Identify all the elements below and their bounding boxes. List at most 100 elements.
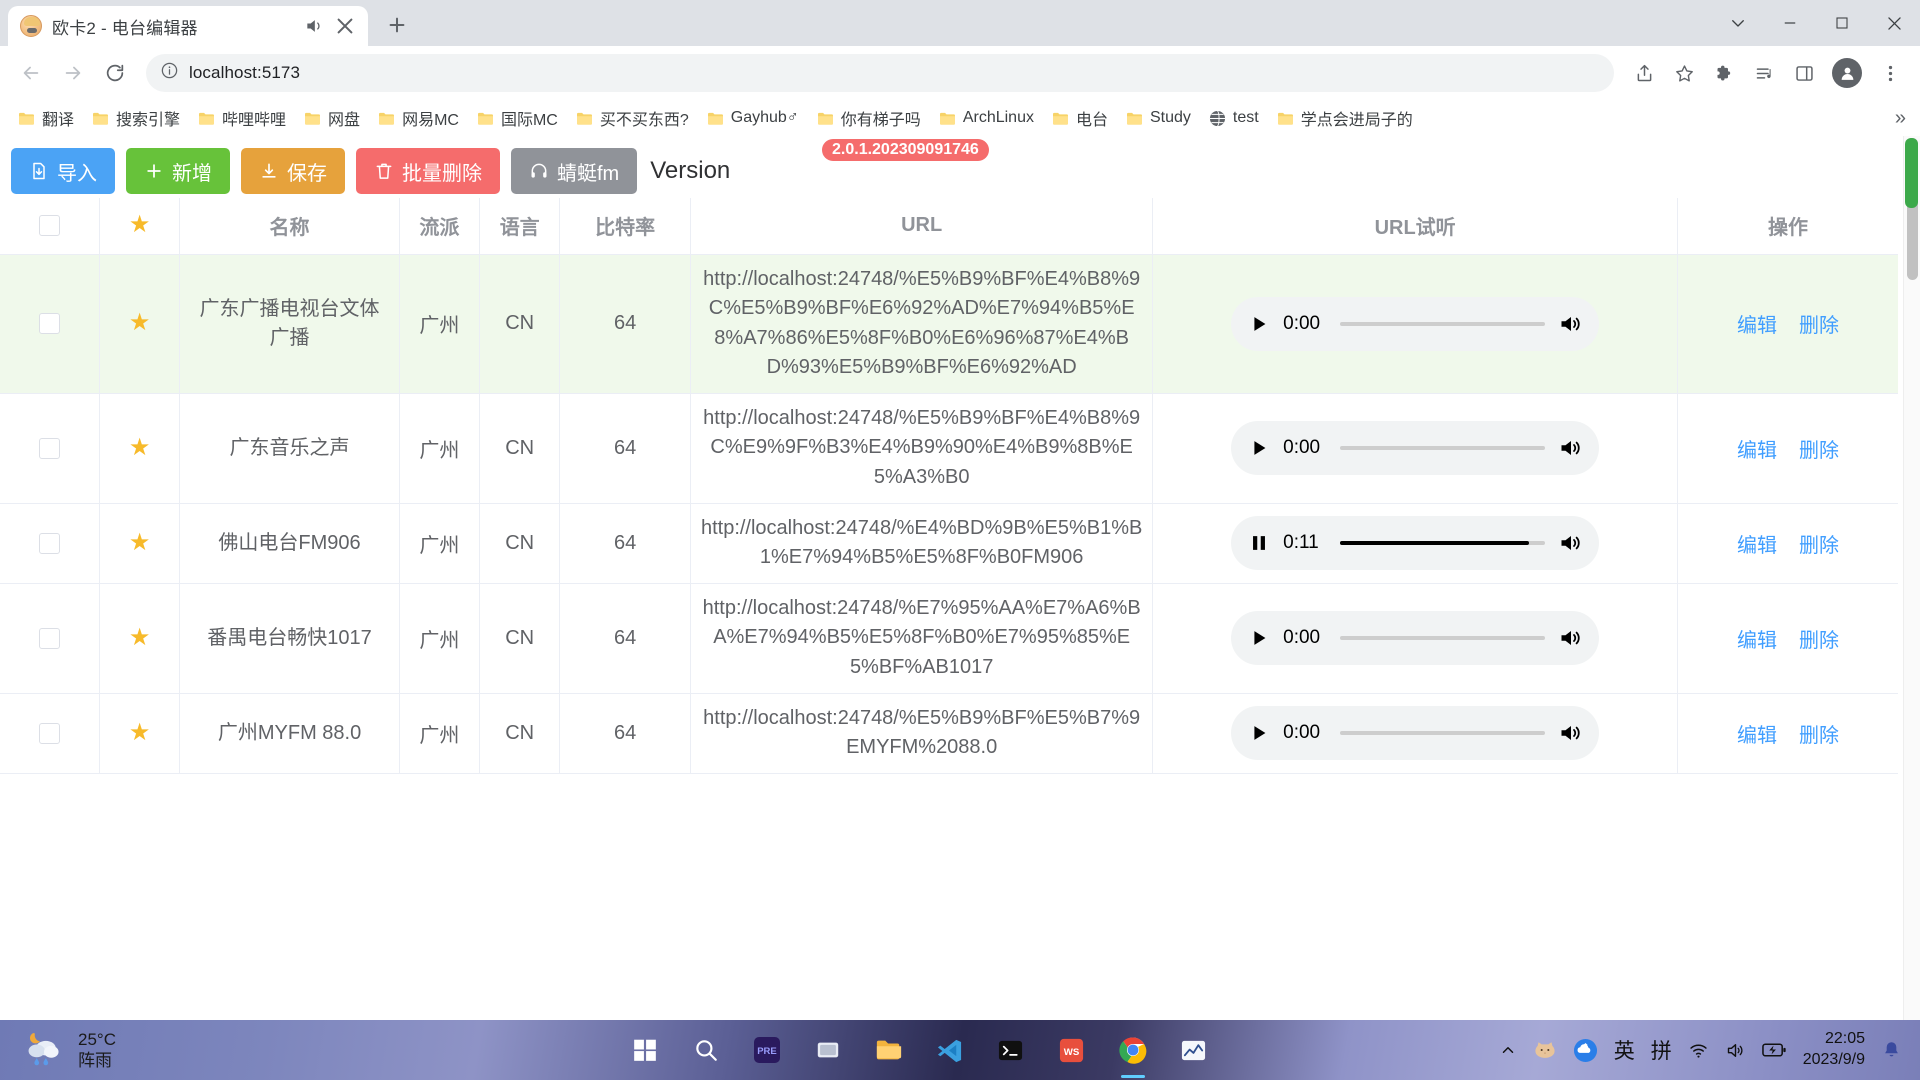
table-row[interactable]: ★ 广东音乐之声 广州 CN 64 http://localhost:24748/%E5%… — [0, 393, 1898, 504]
bookmark-item[interactable]: 电台 — [1044, 102, 1116, 134]
bookmark-item[interactable]: Gayhub♂ — [699, 105, 807, 131]
info-circle-icon[interactable] — [160, 61, 179, 85]
header-url-preview[interactable]: URL试听 — [1152, 198, 1678, 255]
speaker-icon[interactable] — [304, 16, 324, 36]
address-bar[interactable]: localhost:5173 — [146, 54, 1614, 92]
star-icon[interactable]: ★ — [129, 719, 151, 746]
table-row[interactable]: ★ 广东广播电视台文体广播 广州 CN 64 http://localhost:24748… — [0, 254, 1898, 394]
audio-progress-slider[interactable] — [1340, 636, 1546, 641]
pause-icon[interactable] — [1248, 532, 1270, 554]
close-icon[interactable] — [334, 15, 356, 37]
audio-player[interactable]: 0:00 — [1231, 421, 1600, 476]
star-icon[interactable]: ★ — [129, 529, 151, 556]
header-name[interactable]: 名称 — [179, 198, 400, 255]
bookmark-item[interactable]: test — [1201, 105, 1267, 131]
wps-icon[interactable]: WS — [1052, 1030, 1092, 1070]
edit-link[interactable]: 编辑 — [1737, 529, 1777, 558]
play-icon[interactable] — [1248, 722, 1270, 744]
ime-pinyin[interactable]: 拼 — [1651, 1035, 1672, 1065]
header-bitrate[interactable]: 比特率 — [559, 198, 691, 255]
edit-link[interactable]: 编辑 — [1737, 719, 1777, 748]
select-all-checkbox[interactable] — [39, 215, 61, 237]
three-dots-menu-icon[interactable] — [1872, 55, 1908, 91]
audio-player[interactable]: 0:00 — [1231, 611, 1600, 666]
share-icon[interactable] — [1626, 55, 1662, 91]
header-language[interactable]: 语言 — [479, 198, 561, 255]
chrome-icon[interactable] — [1113, 1030, 1153, 1070]
cat-tray-icon[interactable] — [1533, 1040, 1557, 1061]
header-genre[interactable]: 流派 — [399, 198, 481, 255]
bookmark-item[interactable]: 网盘 — [296, 102, 368, 134]
delete-link[interactable]: 删除 — [1799, 529, 1839, 558]
import-button[interactable]: 导入 — [11, 148, 115, 194]
weather-widget[interactable]: 25°C 阵雨 — [0, 1029, 340, 1072]
ime-mode[interactable]: 英 — [1614, 1035, 1635, 1065]
side-panel-icon[interactable] — [1786, 55, 1822, 91]
bookmark-item[interactable]: 买不买东西? — [568, 102, 697, 134]
new-tab-button[interactable] — [378, 6, 416, 44]
audio-progress-slider[interactable] — [1340, 731, 1546, 736]
play-icon[interactable] — [1248, 627, 1270, 649]
start-button[interactable] — [625, 1030, 665, 1070]
forward-arrow-icon[interactable] — [54, 54, 92, 92]
media-list-icon[interactable] — [1746, 55, 1782, 91]
bookmark-item[interactable]: ArchLinux — [931, 105, 1042, 131]
search-icon[interactable] — [686, 1030, 726, 1070]
volume-icon[interactable] — [1725, 1040, 1746, 1061]
star-icon[interactable]: ★ — [129, 624, 151, 651]
star-icon[interactable]: ★ — [129, 309, 151, 336]
audio-player[interactable]: 0:00 — [1231, 296, 1600, 351]
bell-icon[interactable] — [1881, 1040, 1902, 1061]
audio-progress-slider[interactable] — [1340, 446, 1546, 451]
bookmark-item[interactable]: 网易MC — [370, 102, 467, 134]
edit-link[interactable]: 编辑 — [1737, 309, 1777, 338]
pre-app-icon[interactable]: PRE — [747, 1030, 787, 1070]
taskbar-clock[interactable]: 22:05 2023/9/9 — [1803, 1029, 1865, 1071]
edit-link[interactable]: 编辑 — [1737, 434, 1777, 463]
star-icon[interactable] — [1666, 55, 1702, 91]
terminal-icon[interactable] — [991, 1030, 1031, 1070]
row-checkbox[interactable] — [39, 532, 61, 554]
file-explorer-folder-icon[interactable] — [869, 1030, 909, 1070]
qingting-fm-button[interactable]: 蜻蜓fm — [511, 148, 638, 194]
row-checkbox[interactable] — [39, 313, 61, 335]
bookmarks-overflow-button[interactable]: » — [1895, 107, 1906, 130]
table-row[interactable]: ★ 番禺电台畅快1017 广州 CN 64 http://localhost:24748/… — [0, 583, 1898, 694]
bookmark-item[interactable]: 你有梯子吗 — [809, 102, 929, 134]
audio-progress-slider[interactable] — [1340, 321, 1546, 326]
table-row[interactable]: ★ 广州MYFM 88.0 广州 CN 64 http://localhost:24748… — [0, 693, 1898, 774]
delete-link[interactable]: 删除 — [1799, 309, 1839, 338]
save-button[interactable]: 保存 — [241, 148, 345, 194]
add-button[interactable]: 新增 — [126, 148, 230, 194]
play-icon[interactable] — [1248, 437, 1270, 459]
bookmark-item[interactable]: 哔哩哔哩 — [190, 102, 294, 134]
bookmark-item[interactable]: Study — [1118, 105, 1199, 131]
bookmark-item[interactable]: 翻译 — [10, 102, 82, 134]
page-scrollbar[interactable] — [1903, 136, 1920, 1020]
reload-icon[interactable] — [96, 54, 134, 92]
edit-link[interactable]: 编辑 — [1737, 624, 1777, 653]
maximize-icon[interactable] — [1816, 0, 1868, 46]
minimize-icon[interactable] — [1764, 0, 1816, 46]
bookmark-item[interactable]: 学点会进局子的 — [1269, 102, 1421, 134]
delete-link[interactable]: 删除 — [1799, 434, 1839, 463]
star-icon[interactable]: ★ — [129, 434, 151, 461]
browser-tab[interactable]: 欧卡2 - 电台编辑器 — [8, 6, 368, 46]
extensions-puzzle-icon[interactable] — [1706, 55, 1742, 91]
volume-high-icon[interactable] — [1558, 626, 1582, 650]
task-view-icon[interactable] — [808, 1030, 848, 1070]
volume-high-icon[interactable] — [1558, 312, 1582, 336]
profile-avatar-icon[interactable] — [1832, 58, 1862, 88]
wifi-icon[interactable] — [1688, 1040, 1709, 1061]
row-checkbox[interactable] — [39, 627, 61, 649]
window-close-icon[interactable] — [1868, 0, 1920, 46]
row-checkbox[interactable] — [39, 437, 61, 459]
audio-progress-slider[interactable] — [1340, 541, 1546, 546]
header-url[interactable]: URL — [690, 198, 1154, 255]
play-icon[interactable] — [1248, 313, 1270, 335]
row-checkbox[interactable] — [39, 722, 61, 744]
batch-delete-button[interactable]: 批量删除 — [356, 148, 500, 194]
delete-link[interactable]: 删除 — [1799, 719, 1839, 748]
cloud-sync-icon[interactable] — [1573, 1038, 1598, 1063]
battery-charging-icon[interactable] — [1761, 1041, 1787, 1059]
